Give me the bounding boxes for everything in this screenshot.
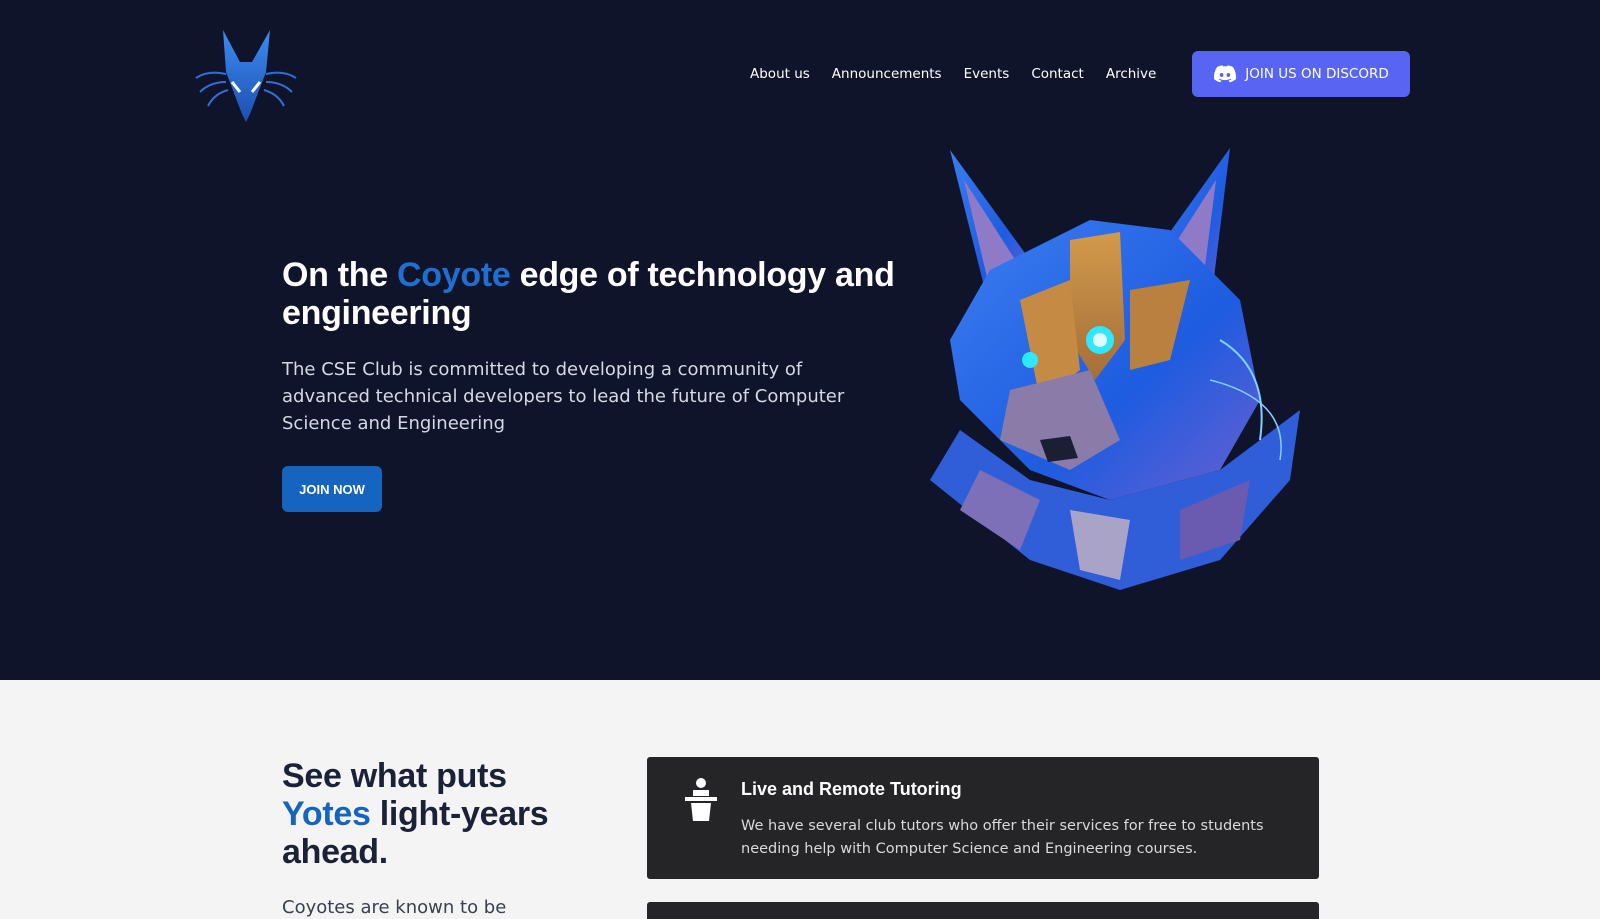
feature-card-next xyxy=(647,902,1319,919)
main-nav: About us Announcements Events Contact Ar… xyxy=(750,52,1178,96)
features-title: See what puts Yotes light-years ahead. xyxy=(282,757,602,871)
hero-description: The CSE Club is committed to developing … xyxy=(282,359,845,434)
discord-button-label: JOIN US ON DISCORD xyxy=(1245,66,1389,82)
feature-card-title: Live and Remote Tutoring xyxy=(741,779,962,799)
features-intro: Coyotes are known to be xyxy=(282,897,507,918)
nav-contact[interactable]: Contact xyxy=(1031,66,1084,82)
lectern-tutor-icon xyxy=(685,778,717,821)
feature-card-text: We have several club tutors who offer th… xyxy=(741,818,1264,857)
nav-events[interactable]: Events xyxy=(964,66,1010,82)
join-discord-button[interactable]: JOIN US ON DISCORD xyxy=(1192,51,1410,97)
feature-card-tutoring: Live and Remote Tutoring We have several… xyxy=(647,757,1319,879)
hero-title: On the Coyote edge of technology and eng… xyxy=(282,256,902,332)
discord-icon xyxy=(1214,65,1237,83)
coyote-logo-icon[interactable] xyxy=(190,22,302,128)
robotic-coyote-illustration xyxy=(930,148,1300,590)
features-title-part1: See what puts xyxy=(282,757,507,795)
features-title-accent: Yotes xyxy=(282,795,371,833)
nav-announcements[interactable]: Announcements xyxy=(832,66,942,82)
hero-section: About us Announcements Events Contact Ar… xyxy=(0,0,1600,680)
hero-title-part1: On the xyxy=(282,256,398,294)
nav-about-us[interactable]: About us xyxy=(750,66,810,82)
nav-archive[interactable]: Archive xyxy=(1106,66,1157,82)
join-now-button[interactable]: JOIN NOW xyxy=(282,466,382,512)
hero-title-accent: Coyote xyxy=(397,256,511,294)
